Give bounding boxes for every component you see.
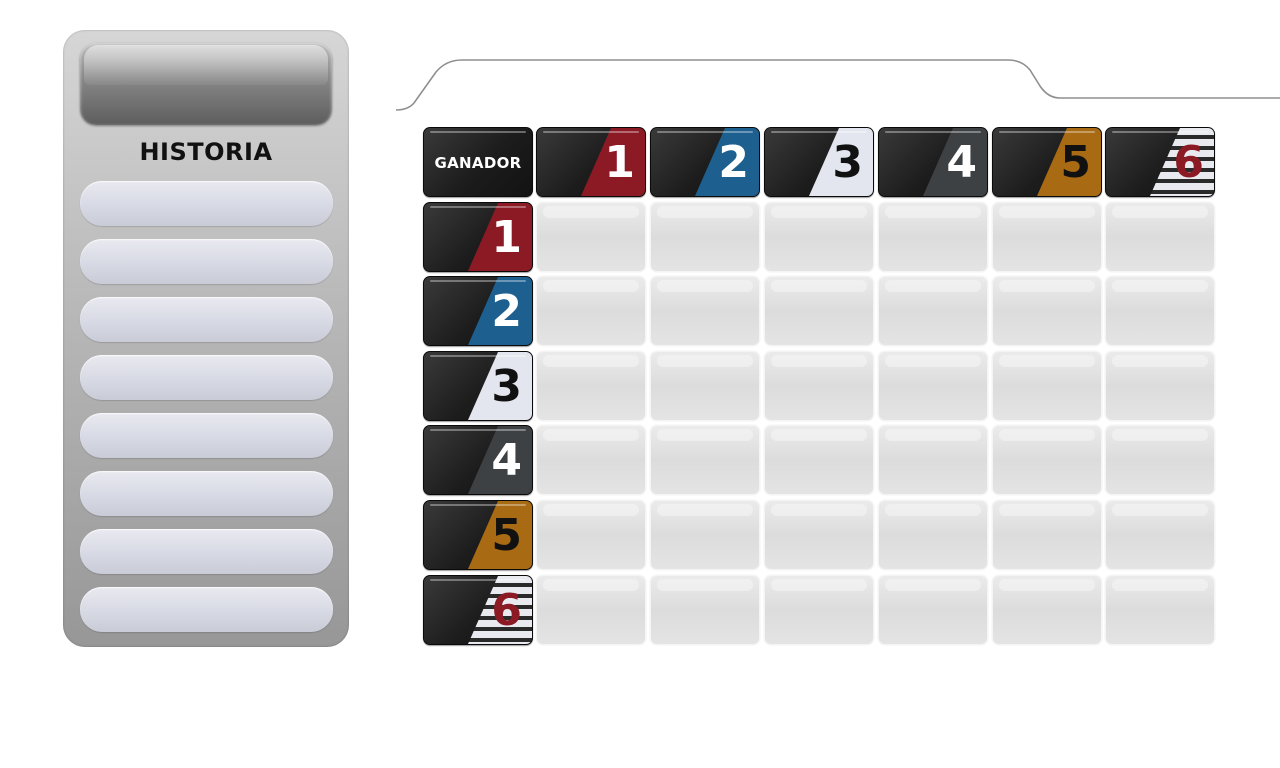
column-horse-3-tile: 3 [764, 127, 874, 197]
bet-cell[interactable] [650, 202, 760, 272]
horse-number: 4 [491, 435, 522, 486]
corner-label-tile: GANADOR [423, 127, 533, 197]
bet-cell[interactable] [536, 276, 646, 346]
row-horse-4-tile: 4 [423, 425, 533, 495]
bet-cell[interactable] [992, 351, 1102, 421]
bet-cell[interactable] [992, 202, 1102, 272]
bet-cell[interactable] [878, 351, 988, 421]
bet-cell[interactable] [878, 425, 988, 495]
bet-cell[interactable] [536, 202, 646, 272]
history-title: HISTORIA [139, 138, 273, 166]
bet-cell[interactable] [878, 202, 988, 272]
bet-cell[interactable] [992, 425, 1102, 495]
bet-cell[interactable] [1105, 202, 1215, 272]
bet-cell[interactable] [992, 575, 1102, 645]
bet-cell[interactable] [992, 500, 1102, 570]
horse-number: 1 [604, 137, 635, 188]
bet-cell[interactable] [764, 425, 874, 495]
row-horse-6-tile: 6 [423, 575, 533, 645]
bet-cell[interactable] [878, 276, 988, 346]
row-horse-3-tile: 3 [423, 351, 533, 421]
history-slot [80, 181, 333, 226]
bet-cell[interactable] [650, 351, 760, 421]
history-slot [80, 355, 333, 400]
bet-cell[interactable] [650, 425, 760, 495]
row-horse-1-tile: 1 [423, 202, 533, 272]
bet-cell[interactable] [536, 575, 646, 645]
ganador-label: GANADOR [434, 154, 522, 172]
horse-number: 3 [491, 361, 522, 412]
bet-cell[interactable] [650, 276, 760, 346]
column-horse-5-tile: 5 [992, 127, 1102, 197]
bet-cell[interactable] [764, 575, 874, 645]
bet-cell[interactable] [764, 276, 874, 346]
history-slot [80, 297, 333, 342]
history-slot [80, 239, 333, 284]
horse-number: 5 [491, 510, 522, 561]
horse-number: 6 [491, 585, 522, 636]
history-slot [80, 413, 333, 458]
horse-number: 4 [946, 137, 977, 188]
bet-cell[interactable] [1105, 351, 1215, 421]
bet-cell[interactable] [650, 575, 760, 645]
column-horse-2-tile: 2 [650, 127, 760, 197]
bet-cell[interactable] [992, 276, 1102, 346]
bet-cell[interactable] [878, 500, 988, 570]
history-slot [80, 471, 333, 516]
bet-cell[interactable] [764, 500, 874, 570]
bet-cell[interactable] [1105, 425, 1215, 495]
horse-number: 2 [491, 286, 522, 337]
bet-cell[interactable] [536, 425, 646, 495]
bet-cell[interactable] [764, 351, 874, 421]
row-horse-2-tile: 2 [423, 276, 533, 346]
bet-cell[interactable] [536, 500, 646, 570]
horse-number: 2 [718, 137, 749, 188]
horse-number: 1 [491, 212, 522, 263]
horse-number: 6 [1173, 137, 1204, 188]
horse-number: 5 [1060, 137, 1091, 188]
bet-cell[interactable] [536, 351, 646, 421]
horse-number: 3 [832, 137, 863, 188]
column-horse-4-tile: 4 [878, 127, 988, 197]
column-horse-1-tile: 1 [536, 127, 646, 197]
history-slot [80, 587, 333, 632]
bet-cell[interactable] [1105, 575, 1215, 645]
bet-cell[interactable] [1105, 500, 1215, 570]
bet-cell[interactable] [764, 202, 874, 272]
bet-cell[interactable] [878, 575, 988, 645]
row-horse-5-tile: 5 [423, 500, 533, 570]
column-horse-6-tile: 6 [1105, 127, 1215, 197]
history-list [80, 181, 333, 645]
bet-cell[interactable] [650, 500, 760, 570]
decorative-curve [395, 59, 1280, 111]
bet-cell[interactable] [1105, 276, 1215, 346]
history-slot [80, 529, 333, 574]
